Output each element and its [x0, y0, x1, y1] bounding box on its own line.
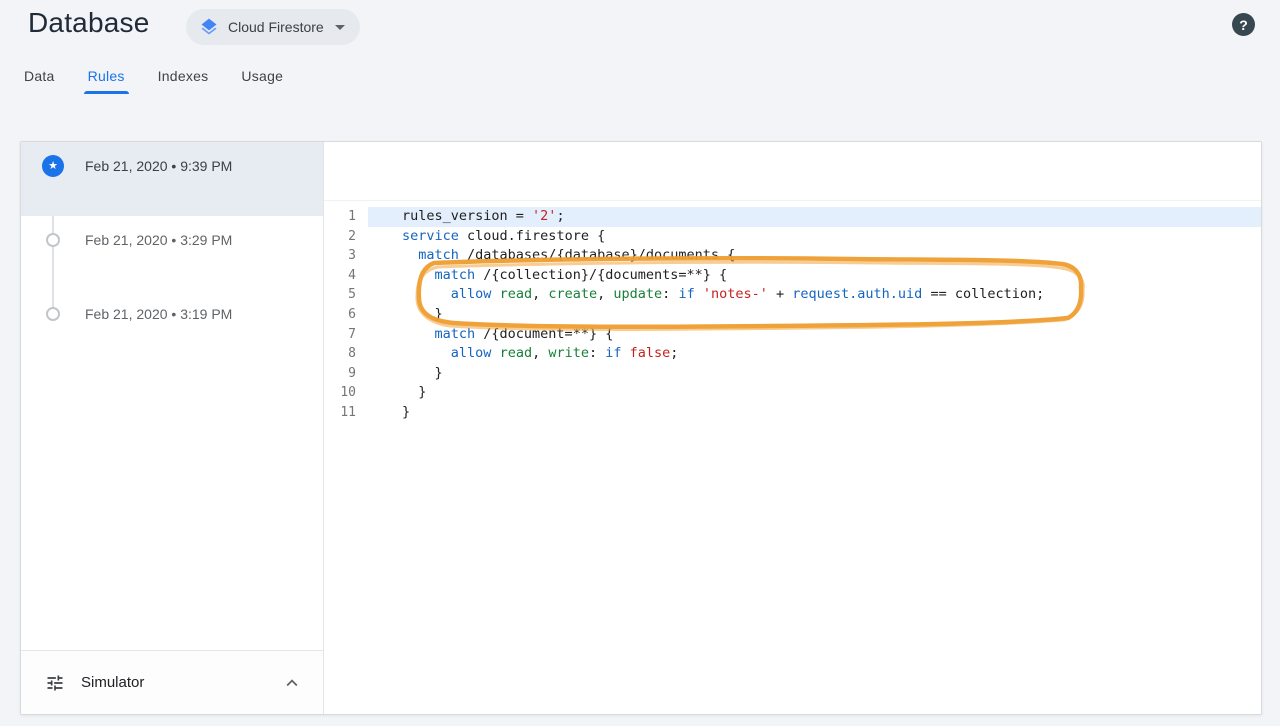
help-button[interactable]: ? [1232, 13, 1255, 36]
rules-editor[interactable]: 1 rules_version = '2'; 2 service cloud.fire… [324, 142, 1261, 714]
version-label: Feb 21, 2020 • 9:39 PM [85, 158, 233, 174]
tune-icon [45, 673, 65, 693]
line-number: 8 [348, 346, 356, 362]
code-text: match /databases/{database}/documents { [418, 247, 736, 264]
code-line[interactable]: 11} [324, 403, 1261, 423]
code-line[interactable]: 9 } [324, 364, 1261, 384]
version-dot-icon [46, 307, 60, 321]
line-number: 7 [348, 326, 356, 342]
tab-usage[interactable]: Usage [241, 58, 283, 94]
firestore-layers-icon [199, 17, 219, 37]
version-dot-icon [46, 233, 60, 247]
simulator-toggle[interactable]: Simulator [21, 650, 323, 714]
code-text: service cloud.firestore { [402, 227, 606, 244]
tab-data[interactable]: Data [24, 58, 55, 94]
chevron-up-icon[interactable] [281, 672, 303, 694]
tab-indexes[interactable]: Indexes [158, 58, 209, 94]
code-line[interactable]: 7 match /{document=**} { [324, 325, 1261, 345]
page-title: Database [28, 7, 150, 38]
version-history-sidebar: ★ Feb 21, 2020 • 9:39 PM Feb 21, 2020 • 3:… [21, 142, 324, 714]
line-number: 6 [348, 306, 356, 322]
code-text: } [402, 384, 427, 401]
line-number: 4 [348, 267, 356, 283]
code-text: match /{document=**} { [434, 325, 614, 342]
question-mark-icon: ? [1239, 16, 1248, 33]
code-lines: 1 rules_version = '2'; 2 service cloud.fire… [324, 201, 1261, 423]
line-number: 1 [348, 209, 356, 224]
line-number: 11 [340, 404, 356, 420]
version-row[interactable]: ★ Feb 21, 2020 • 9:39 PM [21, 142, 323, 216]
code-line[interactable]: 2 service cloud.firestore { [324, 227, 1261, 247]
version-list: ★ Feb 21, 2020 • 9:39 PM Feb 21, 2020 • 3:… [21, 142, 323, 364]
code-text: } [402, 305, 443, 322]
code-line[interactable]: 5 allow read, create, update: if 'notes-… [324, 285, 1261, 305]
rules-panel: ★ Feb 21, 2020 • 9:39 PM Feb 21, 2020 • 3:… [20, 141, 1262, 715]
code-line[interactable]: 8 allow read, write: if false; [324, 344, 1261, 364]
product-selector-label: Cloud Firestore [228, 19, 324, 35]
code-text: } [402, 403, 411, 420]
header: Database Cloud Firestore ? [0, 0, 1280, 56]
version-label: Feb 21, 2020 • 3:29 PM [85, 232, 233, 248]
code-line[interactable]: 6 } [324, 305, 1261, 325]
version-row[interactable]: Feb 21, 2020 • 3:29 PM [21, 216, 323, 290]
simulator-label: Simulator [81, 674, 145, 691]
product-selector[interactable]: Cloud Firestore [186, 9, 360, 45]
line-number: 5 [348, 287, 356, 303]
code-line[interactable]: 3 match /databases/{database}/documents … [324, 246, 1261, 266]
code-text: rules_version = '2'; [368, 207, 1261, 227]
line-number: 10 [340, 385, 356, 401]
line-number: 2 [348, 228, 356, 244]
code-line[interactable]: 1 rules_version = '2'; [324, 207, 1261, 227]
editor-toolbar [324, 142, 1261, 201]
selected-version-star-icon: ★ [42, 155, 64, 177]
code-text: allow read, create, update: if 'notes-' … [450, 286, 1045, 303]
version-label: Feb 21, 2020 • 3:19 PM [85, 306, 233, 322]
tabs: Data Rules Indexes Usage [24, 58, 283, 94]
code-text: allow read, write: if false; [450, 345, 679, 362]
code-line[interactable]: 4 match /{collection}/{documents=**} { [324, 266, 1261, 286]
code-text: } [402, 364, 443, 381]
code-line[interactable]: 10 } [324, 383, 1261, 403]
tab-rules[interactable]: Rules [83, 58, 129, 94]
chevron-down-icon [334, 24, 345, 30]
line-number: 9 [348, 365, 356, 381]
version-row[interactable]: Feb 21, 2020 • 3:19 PM [21, 290, 323, 364]
line-number: 3 [348, 248, 356, 264]
code-text: match /{collection}/{documents=**} { [434, 266, 728, 283]
